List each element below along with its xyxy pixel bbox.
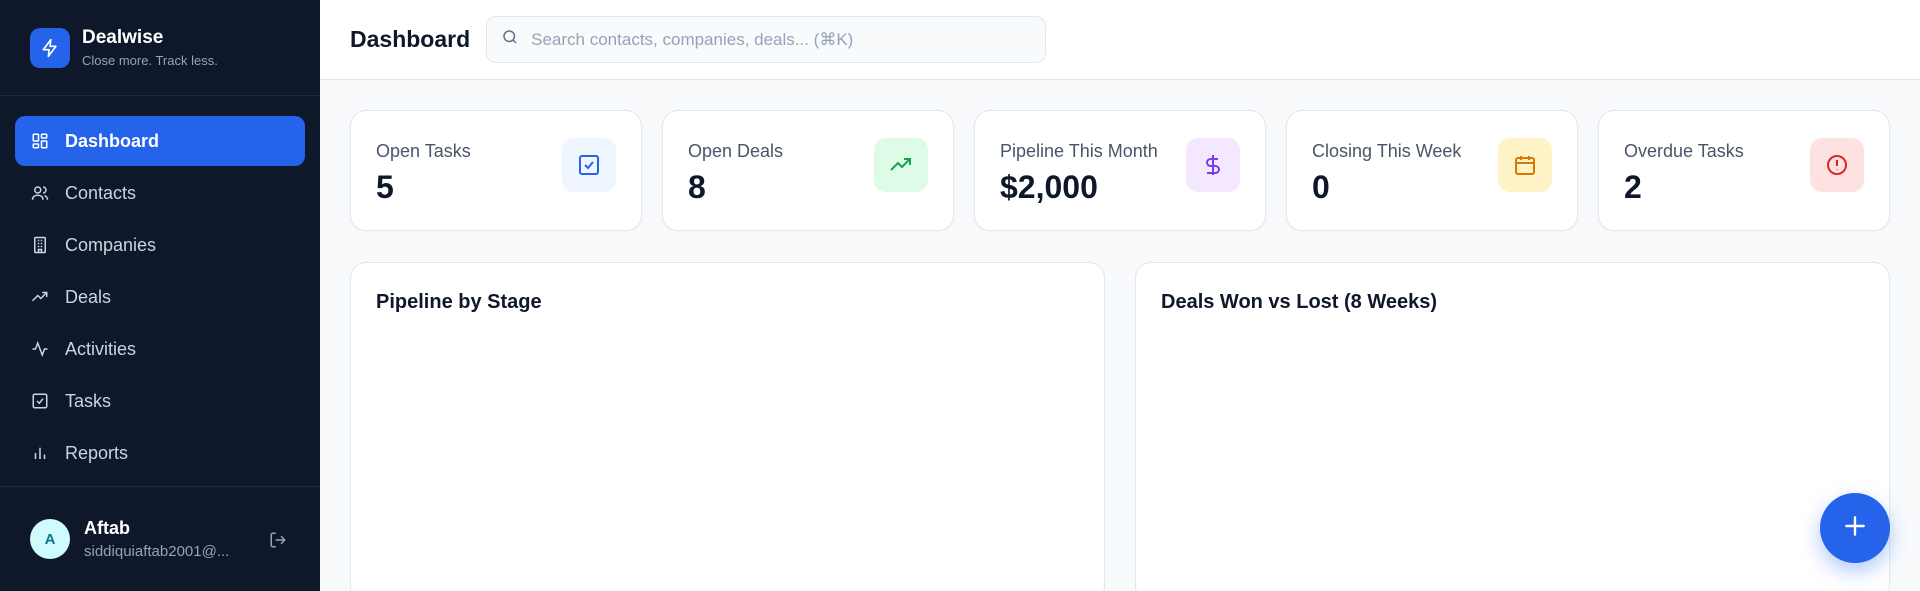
sidebar-item-label: Companies [65, 234, 157, 255]
panel-title: Deals Won vs Lost (8 Weeks) [1161, 291, 1438, 313]
stat-card-pipeline-this-month[interactable]: Pipeline This Month $2,000 [974, 110, 1266, 231]
deals-won-lost-panel: Deals Won vs Lost (8 Weeks) [1135, 262, 1890, 591]
sidebar-nav: Dashboard Contacts Companies Deals Activ… [0, 96, 320, 478]
top-header: Dashboard [320, 0, 1920, 80]
user-profile: A Aftab siddiquiaftab2001@... [30, 518, 290, 560]
bar-chart-icon [30, 443, 50, 463]
stat-value: 8 [688, 169, 706, 205]
sidebar-item-dashboard[interactable]: Dashboard [15, 116, 305, 166]
stat-label: Closing This Week [1312, 141, 1462, 161]
sidebar-item-companies[interactable]: Companies [15, 220, 305, 270]
brand-name: Dealwise [82, 27, 164, 48]
check-square-icon [562, 138, 616, 192]
sidebar-item-tasks[interactable]: Tasks [15, 376, 305, 426]
sidebar-item-contacts[interactable]: Contacts [15, 168, 305, 218]
dashboard-icon [30, 131, 50, 151]
sidebar: Dealwise Close more. Track less. Dashboa… [0, 0, 320, 591]
logout-icon[interactable] [266, 528, 290, 552]
stat-value: 2 [1624, 169, 1642, 205]
stat-value: 0 [1312, 169, 1330, 205]
pipeline-by-stage-panel: Pipeline by Stage [350, 262, 1105, 591]
user-email: siddiquiaftab2001@... [84, 543, 230, 560]
page-title: Dashboard [350, 26, 471, 52]
avatar: A [30, 519, 70, 559]
sidebar-item-label: Dashboard [65, 130, 160, 151]
panel-title: Pipeline by Stage [376, 291, 542, 313]
stat-label: Open Tasks [376, 141, 471, 161]
zap-icon [30, 27, 70, 68]
brand: Dealwise Close more. Track less. [0, 0, 320, 96]
users-icon [30, 183, 50, 203]
sidebar-item-activities[interactable]: Activities [15, 324, 305, 374]
sidebar-item-label: Contacts [65, 182, 137, 203]
stat-label: Overdue Tasks [1624, 141, 1744, 161]
stat-value: $2,000 [1000, 169, 1098, 205]
sidebar-item-label: Activities [65, 338, 137, 359]
add-fab-button[interactable] [1820, 493, 1890, 563]
search-bar[interactable] [486, 16, 1047, 63]
dollar-icon [1186, 138, 1240, 192]
stat-label: Pipeline This Month [1000, 141, 1158, 161]
sidebar-divider [0, 486, 320, 487]
sidebar-item-label: Reports [65, 442, 129, 463]
check-square-icon [30, 391, 50, 411]
stat-label: Open Deals [688, 141, 784, 161]
activity-icon [30, 339, 50, 359]
plus-icon [1842, 513, 1868, 544]
trending-up-icon [30, 287, 50, 307]
sidebar-item-label: Tasks [65, 390, 112, 411]
building-icon [30, 235, 50, 255]
stats-row: Open Tasks 5 Open Deals 8 Pipeline This … [350, 110, 1890, 231]
stat-card-open-tasks[interactable]: Open Tasks 5 [350, 110, 642, 231]
sidebar-item-deals[interactable]: Deals [15, 272, 305, 322]
brand-tagline: Close more. Track less. [82, 53, 218, 68]
sidebar-item-reports[interactable]: Reports [15, 428, 305, 478]
trending-up-icon [874, 138, 928, 192]
stat-card-overdue-tasks[interactable]: Overdue Tasks 2 [1598, 110, 1890, 231]
stat-value: 5 [376, 169, 394, 205]
stat-card-open-deals[interactable]: Open Deals 8 [662, 110, 954, 231]
sidebar-item-label: Deals [65, 286, 112, 307]
search-input[interactable] [531, 29, 1012, 50]
calendar-icon [1498, 138, 1552, 192]
alert-circle-icon [1810, 138, 1864, 192]
search-icon [501, 28, 519, 51]
user-name: Aftab [84, 518, 130, 538]
stat-card-closing-this-week[interactable]: Closing This Week 0 [1286, 110, 1578, 231]
